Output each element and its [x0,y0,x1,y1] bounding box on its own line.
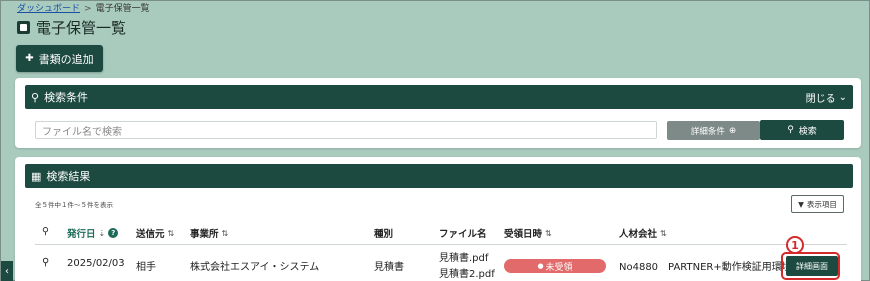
callout-number: 1 [786,236,804,254]
filter-icon: ▼ [798,199,804,209]
cell-type: 見積書 [374,262,404,273]
search-input-placeholder: ファイル名で検索 [42,126,122,138]
person-icon: ● [537,262,544,270]
column-file-name-label: ファイル名 [439,229,487,240]
results-panel: ▦ 検索結果 全５件中１件～５件を表示 ▼ 表示項目 ⚲ 発行日 ⇣ ? 送信元… [15,157,861,281]
sort-desc-icon: ⇣ [98,228,106,238]
cell-issue-date: 2025/02/03 [67,258,125,269]
display-items-button[interactable]: ▼ 表示項目 [791,195,844,213]
column-type: 種別 [374,226,393,240]
column-file-name: ファイル名 [439,226,487,240]
status-badge: ● 未受領 [504,259,606,273]
table-header: ⚲ 発行日 ⇣ ? 送信元 ⇅ 事業所 ⇅ 種別 ファイル名 受領日時 ⇅ 人材… [15,221,861,243]
cell-agency: No4880 PARTNER+動作検証用環境 [619,262,792,273]
detail-view-button[interactable]: 詳細画面 [786,256,838,276]
page-title: 電子保管一覧 [17,17,126,38]
column-agency[interactable]: 人材会社 ⇅ [619,226,667,241]
search-panel-header[interactable]: ⚲ 検索条件 閉じる ⌄ [25,85,853,109]
search-input[interactable]: ファイル名で検索 [35,121,657,139]
search-button-icon: ⚲ [787,125,794,135]
detail-condition-label: 詳細条件 [690,126,725,137]
search-panel-title: 検索条件 [44,91,89,104]
detail-condition-button[interactable]: 詳細条件 ⊕ [667,121,760,140]
column-received-at-label: 受領日時 [504,229,543,240]
search-panel: ⚲ 検索条件 閉じる ⌄ ファイル名で検索 詳細条件 ⊕ ⚲ 検索 [15,78,861,148]
column-agency-label: 人材会社 [619,229,658,240]
zoom-in-icon[interactable]: ⚲ [42,257,49,268]
sort-icon: ⇅ [167,228,175,238]
column-sender[interactable]: 送信元 ⇅ [136,226,175,241]
zoom-header-icon: ⚲ [42,226,49,237]
column-sender-label: 送信元 [136,229,165,240]
sort-icon: ⇅ [545,228,552,238]
search-button[interactable]: ⚲ 検索 [760,120,844,140]
status-badge-label: 未受領 [545,262,573,273]
sort-icon: ⇅ [221,228,229,238]
cell-office: 株式会社エスアイ・システム [190,262,320,273]
chevron-down-icon: ⌄ [838,91,847,103]
collapse-label: 閉じる [805,93,836,105]
cell-file-link-1[interactable]: 見積書.pdf [439,249,488,264]
table-row: ⚲ 2025/02/03 相手 株式会社エスアイ・システム 見積書 見積書.pd… [15,236,861,281]
column-office-label: 事業所 [190,229,219,240]
search-icon: ⚲ [31,90,40,104]
column-issue-date[interactable]: 発行日 ⇣ ? [67,226,119,240]
breadcrumb: ダッシュボード > 電子保管一覧 [17,1,150,14]
add-document-label: 書類の追加 [38,52,94,66]
cell-file-link-2[interactable]: 見積書2.pdf [439,265,495,280]
page-title-text: 電子保管一覧 [36,19,127,37]
column-type-label: 種別 [374,229,394,240]
results-panel-title: 検索結果 [46,170,91,183]
column-office[interactable]: 事業所 ⇅ [190,226,229,241]
cell-sender: 相手 [136,262,156,273]
plus-circle-icon: ⊕ [728,125,737,136]
column-issue-date-label: 発行日 [67,229,96,240]
add-document-button[interactable]: ✚ 書類の追加 [16,45,103,72]
add-document-icon: ✚ [25,53,34,64]
column-received-at[interactable]: 受領日時 ⇅ [504,226,552,241]
breadcrumb-separator: > [84,4,92,14]
detail-view-label: 詳細画面 [796,261,828,271]
table-grid-icon: ▦ [31,169,42,183]
help-icon[interactable]: ? [108,228,119,238]
chevron-left-icon[interactable]: ‹ [1,261,13,281]
breadcrumb-dashboard-link[interactable]: ダッシュボード [17,4,80,14]
results-panel-header: ▦ 検索結果 [25,164,853,188]
breadcrumb-current: 電子保管一覧 [95,4,150,14]
display-items-label: 表示項目 [806,199,837,209]
collapse-toggle[interactable]: 閉じる ⌄ [806,90,847,105]
result-count: 全５件中１件～５件を表示 [35,201,113,209]
archive-icon [17,21,30,34]
sort-icon: ⇅ [660,228,667,238]
search-button-label: 検索 [798,126,817,137]
